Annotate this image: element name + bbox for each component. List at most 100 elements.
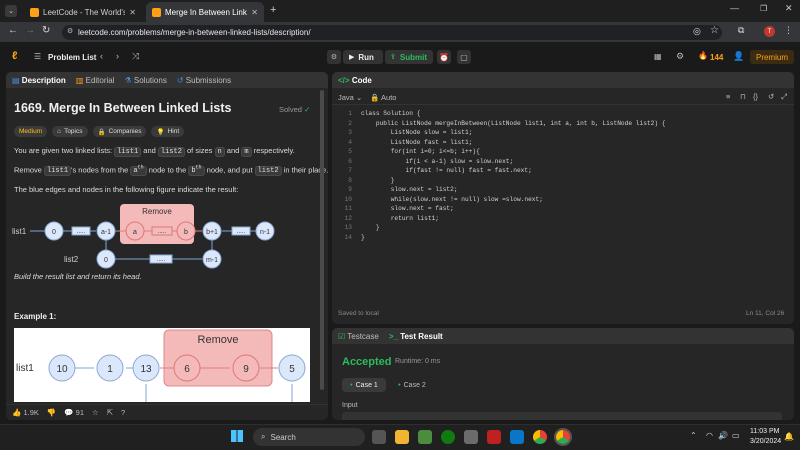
restore-icon[interactable]: ❐ bbox=[760, 4, 767, 13]
prev-problem-icon[interactable]: ‹ bbox=[100, 51, 103, 61]
close-tab-icon[interactable]: ✕ bbox=[251, 8, 258, 17]
tag-row: Medium ⌂ Topics 🔒 Companies 💡 Hint bbox=[14, 126, 185, 137]
extensions-icon[interactable]: ⧉ bbox=[738, 25, 744, 36]
chrome-icon[interactable] bbox=[533, 430, 547, 444]
like-button[interactable]: 👍 1.9K bbox=[12, 408, 39, 417]
dislike-button[interactable]: 👎 bbox=[47, 408, 56, 417]
layout-icon[interactable]: ▦ bbox=[654, 52, 662, 61]
run-button[interactable]: ▶ Run bbox=[343, 50, 383, 64]
language-select[interactable]: Java ⌄ bbox=[338, 93, 362, 102]
reload-icon[interactable]: ↻ bbox=[42, 25, 50, 36]
back-icon[interactable]: ← bbox=[8, 25, 18, 36]
browser-tab-problem[interactable]: Merge In Between Linked Lists ✕ bbox=[146, 2, 264, 22]
paragraph-2: Remove list1's nodes from the ath node t… bbox=[14, 165, 328, 177]
eye-off-icon[interactable]: ◎ bbox=[693, 26, 701, 37]
submissions-icon: ↺ bbox=[176, 75, 184, 85]
premium-button[interactable]: Premium bbox=[750, 50, 794, 64]
timer-icon[interactable]: ⏰ bbox=[437, 50, 451, 64]
auto-toggle[interactable]: 🔒 Auto bbox=[370, 93, 396, 102]
streak-count[interactable]: 144 bbox=[710, 53, 723, 62]
clock-date[interactable]: 3/20/2024 bbox=[750, 438, 781, 445]
tab-submissions[interactable]: ↺ Submissions bbox=[177, 76, 231, 85]
left-panel-tabs: ▤ Description ▥ Editorial ⚗ Solutions ↺ … bbox=[6, 72, 328, 88]
clock-time[interactable]: 11:03 PM bbox=[750, 428, 779, 435]
file-explorer-icon[interactable] bbox=[395, 430, 409, 444]
user-avatar[interactable]: 👤 bbox=[733, 51, 744, 62]
task-view-icon[interactable] bbox=[372, 430, 386, 444]
browser-tab-leetcode-home[interactable]: LeetCode - The World's Leadin ✕ bbox=[24, 2, 142, 22]
tab-solutions[interactable]: ⚗ Solutions bbox=[125, 76, 167, 85]
settings-app-icon[interactable] bbox=[464, 430, 478, 444]
code-line: 6 if(i < a-1) slow = slow.next; bbox=[348, 157, 514, 165]
panel-scrollbar[interactable] bbox=[320, 90, 324, 390]
bookmark-icon[interactable]: ⊓ bbox=[740, 92, 746, 101]
saved-status: Saved to local bbox=[338, 310, 379, 317]
url-text: leetcode.com/problems/merge-in-between-l… bbox=[78, 28, 311, 37]
problem-list-link[interactable]: Problem List bbox=[48, 53, 96, 62]
favorite-button[interactable]: ☆ bbox=[92, 408, 99, 417]
runtime-text: Runtime: 0 ms bbox=[395, 358, 441, 365]
share-button[interactable]: ⇱ bbox=[107, 408, 113, 417]
fullscreen-icon[interactable]: ⤢ bbox=[781, 92, 787, 102]
hint-chip[interactable]: 💡 Hint bbox=[151, 126, 185, 137]
solved-status: Solved ✓ bbox=[279, 105, 311, 114]
help-button[interactable]: ? bbox=[121, 408, 125, 417]
settings-gear-icon[interactable]: ⚙ bbox=[676, 51, 684, 62]
wifi-icon[interactable]: ◠ bbox=[706, 431, 713, 440]
tray-chevron-icon[interactable]: ⌃ bbox=[690, 431, 697, 440]
check-circle-icon: ✓ bbox=[304, 105, 311, 114]
submit-button[interactable]: ⇪ Submit bbox=[385, 50, 433, 64]
new-tab-icon[interactable]: + bbox=[270, 4, 276, 16]
bookmark-star-icon[interactable]: ☆ bbox=[710, 25, 719, 36]
app-icon[interactable] bbox=[487, 430, 501, 444]
node-label: m-1 bbox=[206, 257, 218, 264]
debug-button[interactable]: ⚙ bbox=[327, 50, 341, 64]
chrome-icon[interactable] bbox=[554, 428, 572, 446]
description-icon: ▤ bbox=[12, 75, 20, 85]
volume-icon[interactable]: 🔊 bbox=[718, 431, 728, 440]
companies-chip[interactable]: 🔒 Companies bbox=[92, 126, 147, 137]
taskbar-search[interactable]: ⌕ Search bbox=[253, 428, 365, 446]
tab-testcase[interactable]: ☑ Testcase bbox=[338, 332, 379, 341]
xbox-icon[interactable] bbox=[441, 430, 455, 444]
braces-icon[interactable]: {} bbox=[753, 92, 758, 101]
tab-code[interactable]: </> Code bbox=[338, 76, 372, 85]
node-label: a bbox=[133, 229, 137, 236]
node-label: ..... bbox=[158, 229, 167, 235]
comments-button[interactable]: 💬 91 bbox=[64, 408, 84, 417]
vscode-icon[interactable] bbox=[510, 430, 524, 444]
site-info-icon[interactable]: ⚙ bbox=[67, 27, 73, 35]
app-icon[interactable] bbox=[418, 430, 432, 444]
tab-editorial[interactable]: ▥ Editorial bbox=[76, 76, 115, 85]
reset-icon[interactable]: ↺ bbox=[768, 92, 774, 101]
battery-icon[interactable]: ▭ bbox=[732, 431, 740, 440]
difficulty-badge[interactable]: Medium bbox=[14, 126, 48, 137]
notes-icon[interactable]: ▢ bbox=[457, 50, 471, 64]
code-line: 11 slow.next = fast; bbox=[344, 205, 454, 212]
topics-chip[interactable]: ⌂ Topics bbox=[52, 126, 88, 137]
forward-icon[interactable]: → bbox=[25, 25, 35, 36]
leetcode-logo-icon[interactable]: ℓ bbox=[12, 50, 24, 63]
code-panel: </> Code Java ⌄ 🔒 Auto ≡ ⊓ {} ↺ ⤢ 1 class… bbox=[332, 72, 794, 324]
case-2-button[interactable]: • Case 2 bbox=[392, 378, 432, 392]
code-editor[interactable]: 1 class Solution { 2 public ListNode merg… bbox=[332, 110, 794, 260]
shuffle-icon[interactable]: ⤨ bbox=[132, 51, 139, 62]
browser-menu-icon[interactable]: ⋮ bbox=[784, 25, 793, 36]
notification-bell-icon[interactable]: 🔔 bbox=[784, 432, 794, 441]
address-bar[interactable]: ⚙ leetcode.com/problems/merge-in-between… bbox=[62, 25, 722, 40]
close-tab-icon[interactable]: ✕ bbox=[129, 8, 136, 17]
tab-description[interactable]: ▤ Description bbox=[12, 76, 66, 85]
profile-avatar[interactable]: T bbox=[764, 26, 775, 37]
next-problem-icon[interactable]: › bbox=[116, 51, 119, 61]
leetcode-favicon bbox=[30, 7, 39, 17]
tab-search-icon[interactable]: ⌄ bbox=[5, 5, 17, 17]
format-icon[interactable]: ≡ bbox=[726, 92, 730, 101]
windows-start-icon[interactable] bbox=[231, 430, 243, 442]
node-label: ..... bbox=[157, 257, 166, 263]
case-1-button[interactable]: • Case 1 bbox=[342, 378, 386, 392]
problem-title[interactable]: 1669. Merge In Between Linked Lists bbox=[14, 101, 231, 115]
close-window-icon[interactable]: ✕ bbox=[785, 3, 793, 14]
minimize-icon[interactable]: — bbox=[730, 3, 739, 13]
tab-test-result[interactable]: >_ Test Result bbox=[389, 332, 443, 341]
pass-dot-icon: • bbox=[398, 381, 401, 389]
